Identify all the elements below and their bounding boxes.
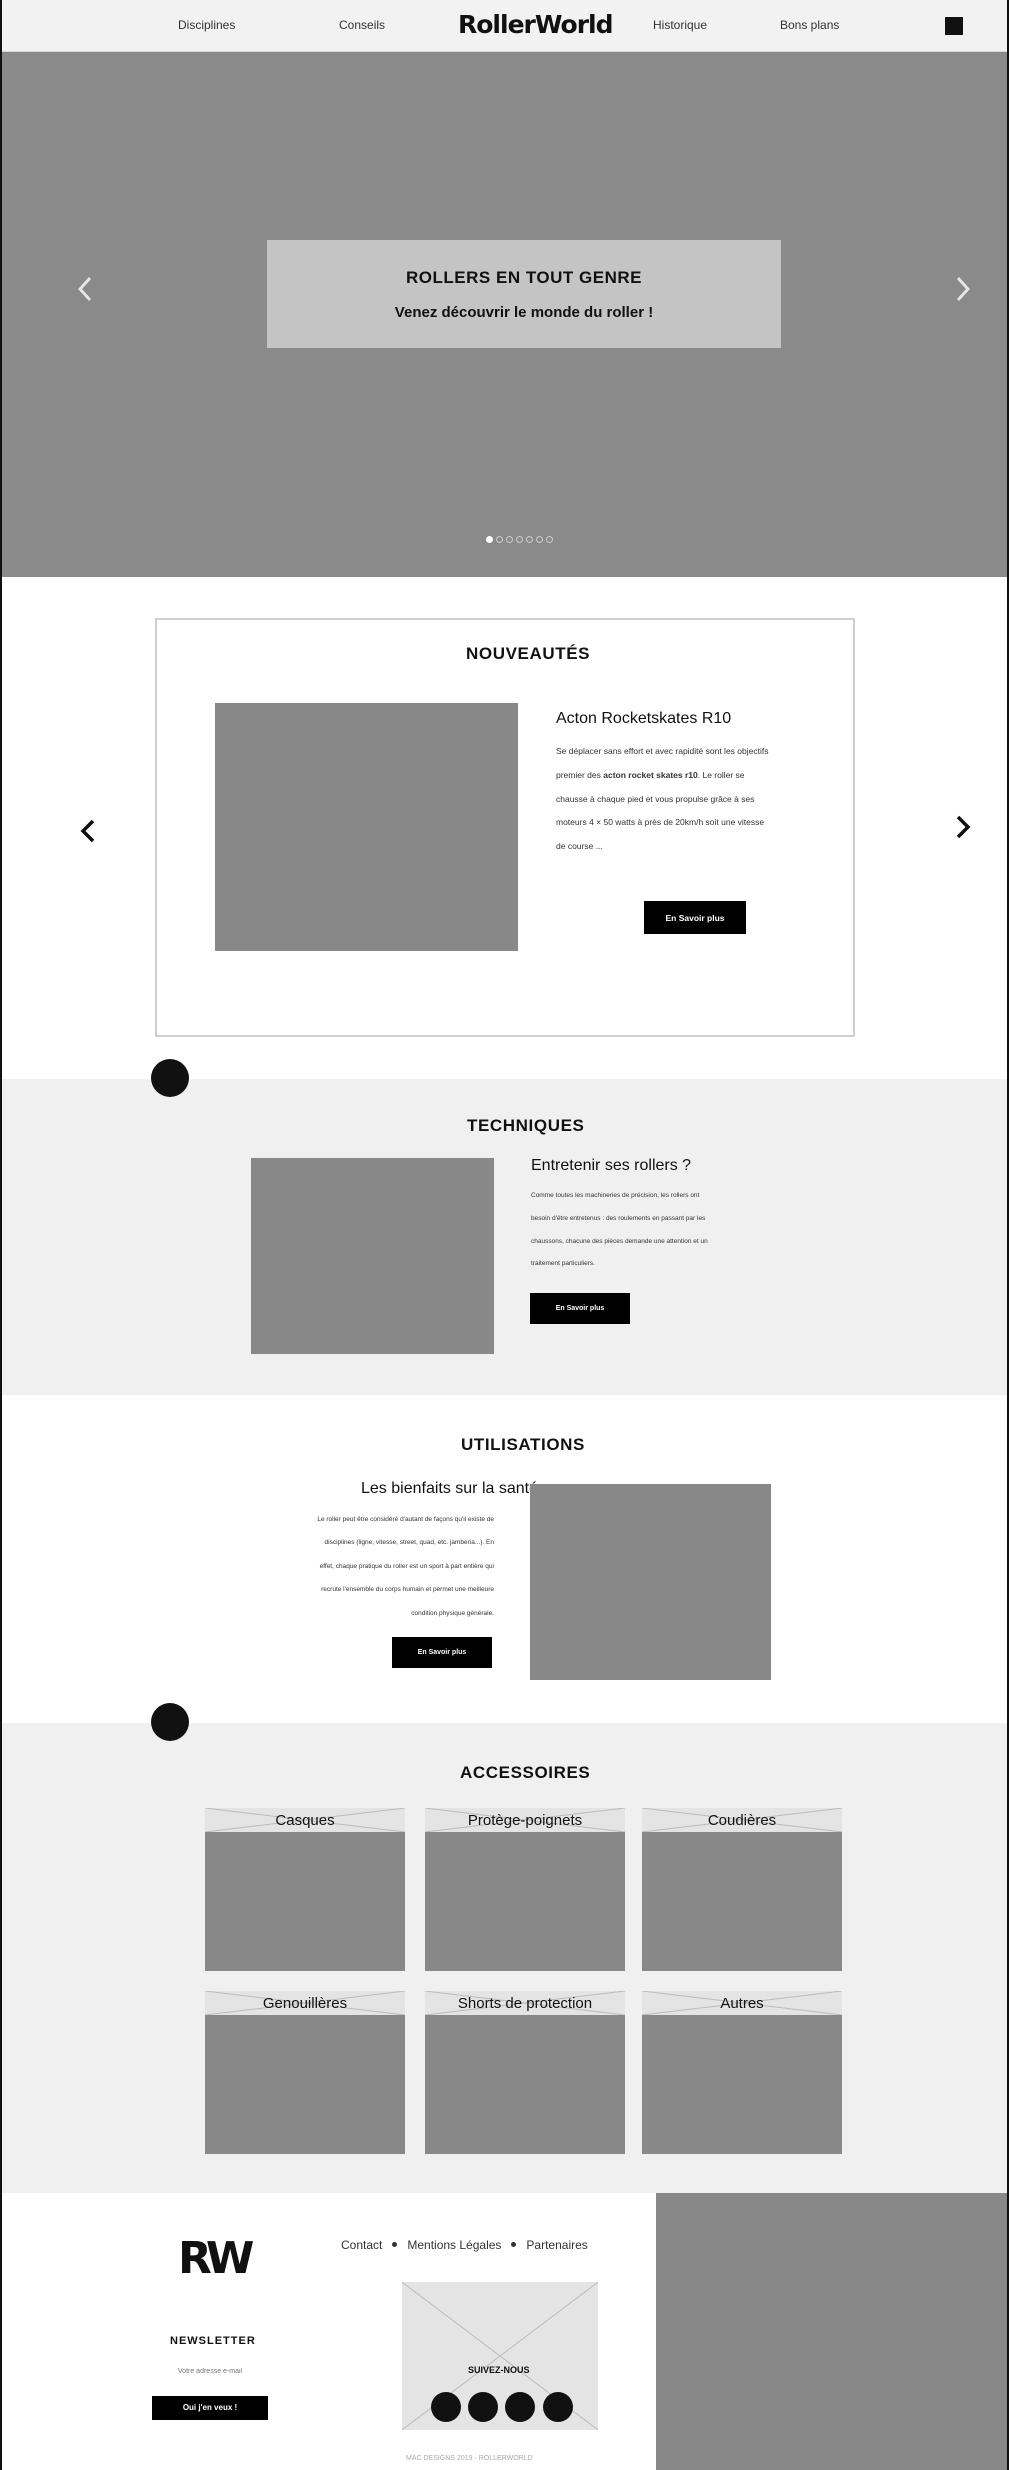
bullet-separator xyxy=(392,2242,398,2248)
accessory-card-coudieres[interactable]: Coudières xyxy=(642,1808,842,1971)
accessory-card-casques[interactable]: Casques xyxy=(205,1808,405,1971)
youtube-icon[interactable] xyxy=(543,2392,573,2422)
chevron-right-icon xyxy=(956,276,971,302)
techniques-more-button[interactable]: En Savoir plus xyxy=(530,1293,630,1324)
bullet-separator xyxy=(511,2242,517,2248)
description-line: Se déplacer sans effort et avec rapidité… xyxy=(556,746,769,756)
footer-links: Contact Mentions Légales Partenaires xyxy=(341,2238,588,2252)
description-line: chaussons, chacune des pièces demande un… xyxy=(531,1237,708,1245)
nav-link-bons-plans[interactable]: Bons plans xyxy=(780,18,839,32)
utilisations-image xyxy=(530,1484,771,1680)
accessory-label-bar: Shorts de protection xyxy=(425,1991,625,2015)
carousel-dot[interactable] xyxy=(516,536,523,543)
accessory-label-bar: Genouillères xyxy=(205,1991,405,2015)
description-line: Comme toutes les machineries de précisio… xyxy=(531,1192,700,1199)
newsletter-title: NEWSLETTER xyxy=(170,2335,256,2347)
page: Disciplines Conseils RollerWorld Histori… xyxy=(0,0,1009,2470)
top-nav: Disciplines Conseils RollerWorld Histori… xyxy=(0,0,1009,52)
footer-link-contact[interactable]: Contact xyxy=(341,2238,382,2252)
nav-link-historique[interactable]: Historique xyxy=(653,18,707,32)
description-line: de course ... xyxy=(556,841,603,852)
hero-title: ROLLERS EN TOUT GENRE xyxy=(406,268,642,287)
hero-banner: ROLLERS EN TOUT GENRE Venez découvrir le… xyxy=(267,240,781,348)
description-line: effet, chaque pratique du roller est un … xyxy=(319,1562,494,1570)
carousel-dot[interactable] xyxy=(496,536,503,543)
accessory-label: Genouillères xyxy=(262,1995,348,2012)
accessoires-title: ACCESSOIRES xyxy=(460,1763,591,1782)
twitter-icon[interactable] xyxy=(468,2392,498,2422)
product-image xyxy=(215,703,518,951)
accessory-label: Casques xyxy=(275,1812,335,1829)
accessory-label-bar: Coudières xyxy=(642,1808,842,1832)
description-line: Le roller peut être considéré d'autant d… xyxy=(317,1516,494,1523)
description-line: chausse à chaque pied et vous propulse g… xyxy=(556,793,755,804)
chevron-right-icon xyxy=(956,815,971,839)
description-line: besoin d'être entretenus : des roulement… xyxy=(531,1214,706,1222)
chevron-left-icon xyxy=(77,276,92,302)
carousel-dot[interactable] xyxy=(536,536,543,543)
carousel-dot[interactable] xyxy=(546,536,553,543)
footer: RW Contact Mentions Légales Partenaires NE… xyxy=(0,2193,1009,2470)
techniques-subtitle: Entretenir ses rollers ? xyxy=(531,1157,692,1174)
accessory-card-shorts[interactable]: Shorts de protection xyxy=(425,1991,625,2154)
chevron-left-icon xyxy=(80,819,95,843)
instagram-icon[interactable] xyxy=(505,2392,535,2422)
hero-carousel: ROLLERS EN TOUT GENRE Venez découvrir le… xyxy=(0,52,1009,577)
techniques-title: TECHNIQUES xyxy=(467,1116,585,1135)
cart-icon[interactable] xyxy=(945,17,963,35)
accessory-card-autres[interactable]: Autres xyxy=(642,1991,842,2154)
techniques-description: Comme toutes les machineries de précisio… xyxy=(531,1185,791,1276)
description-line: disciplines (ligne, vitesse, street, qua… xyxy=(324,1539,494,1547)
description-line: traitement particuliers. xyxy=(531,1260,595,1268)
accessory-label: Coudières xyxy=(707,1812,777,1829)
description-line: condition physique générale. xyxy=(411,1609,494,1617)
facebook-icon[interactable] xyxy=(431,2392,461,2422)
nav-link-disciplines[interactable]: Disciplines xyxy=(178,18,235,32)
accessory-label-bar: Casques xyxy=(205,1808,405,1832)
accessory-label-bar: Protège-poignets xyxy=(425,1808,625,1832)
accessory-card-genouilleres[interactable]: Genouillères xyxy=(205,1991,405,2154)
utilisations-more-button[interactable]: En Savoir plus xyxy=(392,1637,492,1668)
footer-image xyxy=(656,2193,1009,2470)
utilisations-subtitle: Les bienfaits sur la santé xyxy=(361,1480,538,1497)
nouveautes-prev-button[interactable] xyxy=(80,816,96,850)
section-marker xyxy=(151,1059,189,1097)
nouveautes-title: NOUVEAUTÉS xyxy=(466,644,591,663)
product-description: Se déplacer sans effort et avec rapidité… xyxy=(556,740,856,859)
nouveautes-more-button[interactable]: En Savoir plus xyxy=(644,901,746,934)
accessory-label: Shorts de protection xyxy=(457,1995,593,2012)
description-line: moteurs 4 × 50 watts à près de 20km/h so… xyxy=(556,817,765,828)
follow-us-label: SUIVEZ-NOUS xyxy=(468,2365,530,2375)
accessory-label: Autres xyxy=(720,1995,764,2012)
carousel-dot[interactable] xyxy=(526,536,533,543)
accessory-label: Protège-poignets xyxy=(467,1812,583,1829)
footer-logo[interactable]: RW xyxy=(178,2233,254,2284)
carousel-dot[interactable] xyxy=(506,536,513,543)
description-line: premier des acton rocket skates r10. Le … xyxy=(556,769,745,780)
utilisations-description: Le roller peut être considéré d'autant d… xyxy=(236,1508,494,1625)
hero-next-button[interactable] xyxy=(952,274,974,312)
utilisations-title: UTILISATIONS xyxy=(461,1435,585,1454)
footer-link-partenaires[interactable]: Partenaires xyxy=(526,2238,587,2252)
description-line: recrute l'ensemble du corps humain et pe… xyxy=(321,1586,494,1594)
product-title: Acton Rocketskates R10 xyxy=(556,710,732,727)
newsletter-button[interactable]: Oui j'en veux ! xyxy=(152,2396,268,2420)
product-name-bold: acton rocket skates r10 xyxy=(603,769,698,780)
nouveautes-next-button[interactable] xyxy=(955,812,971,846)
carousel-dot[interactable] xyxy=(486,536,493,543)
hero-prev-button[interactable] xyxy=(74,274,96,312)
hero-subtitle: Venez découvrir le monde du roller ! xyxy=(394,304,654,321)
accessory-label-bar: Autres xyxy=(642,1991,842,2015)
copyright: MAC DESIGNS 2019 - ROLLERWORLD xyxy=(406,2455,533,2462)
nav-link-conseils[interactable]: Conseils xyxy=(339,18,385,32)
site-logo[interactable]: RollerWorld xyxy=(458,10,614,39)
techniques-image xyxy=(251,1158,494,1354)
accessory-card-protege-poignets[interactable]: Protège-poignets xyxy=(425,1808,625,1971)
footer-link-mentions[interactable]: Mentions Légales xyxy=(407,2238,501,2252)
carousel-dots xyxy=(486,536,553,544)
section-marker xyxy=(151,1703,189,1741)
newsletter-email-input[interactable] xyxy=(152,2359,268,2384)
